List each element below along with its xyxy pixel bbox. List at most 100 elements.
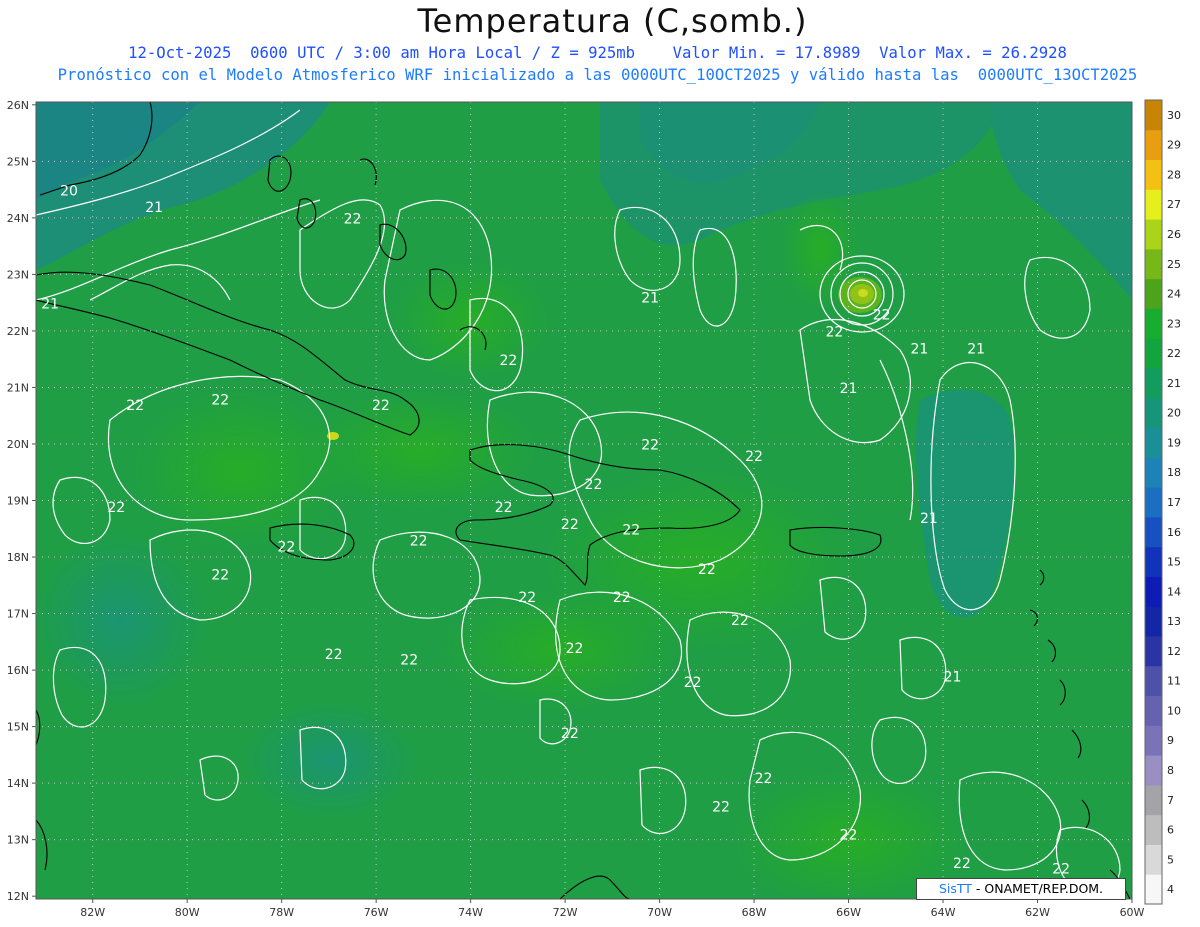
contour-label: 21 [967, 342, 985, 358]
lon-tick-label: 70W [647, 906, 672, 919]
lat-tick-label: 25N [7, 155, 29, 168]
contour-label: 21 [920, 511, 938, 527]
contour-label: 22 [731, 613, 749, 629]
lat-tick-label: 21N [7, 381, 29, 394]
colorbar-label: 15 [1167, 556, 1181, 569]
colorbar-swatch [1145, 636, 1162, 667]
contour-label: 22 [613, 590, 631, 606]
colorbar-label: 29 [1167, 139, 1181, 152]
colorbar-swatch [1145, 814, 1162, 845]
colorbar-label: 23 [1167, 317, 1181, 330]
lat-tick-label: 24N [7, 212, 29, 225]
contour-label: 21 [910, 342, 928, 358]
lat-tick-label: 23N [7, 268, 29, 281]
colorbar-swatch [1145, 338, 1162, 369]
colorbar-label: 24 [1167, 288, 1181, 301]
contour-label: 22 [325, 647, 343, 663]
colorbar-swatch [1145, 665, 1162, 697]
colorbar-label: 18 [1167, 466, 1181, 479]
contour-label: 22 [712, 799, 730, 815]
lon-tick-label: 76W [364, 906, 389, 919]
colorbar-swatch [1145, 874, 1162, 905]
colorbar-swatch [1145, 427, 1162, 458]
contour-label: 22 [566, 641, 584, 657]
contour-label: 22 [698, 562, 716, 578]
colorbar-label: 4 [1167, 883, 1174, 896]
lat-tick-label: 16N [7, 664, 29, 677]
colorbar-swatch [1145, 695, 1162, 726]
contour-label: 22 [518, 590, 536, 606]
contour-label: 22 [495, 500, 513, 516]
lat-tick-label: 26N [7, 99, 29, 112]
lat-tick-label: 13N [7, 834, 29, 847]
colorbar-swatch [1145, 844, 1162, 875]
lon-tick-label: 66W [836, 906, 861, 919]
longitude-axis: 82W 80W 78W 76W 74W 72W 70W 68W 66W 64W 62W 60W [80, 899, 1145, 919]
contour-label: 22 [410, 534, 428, 550]
colorbar-swatch [1145, 606, 1162, 637]
contour-label: 21 [145, 200, 163, 216]
colorbar-label: 7 [1167, 794, 1174, 807]
contour-label: 22 [211, 392, 229, 408]
colorbar-label: 6 [1167, 824, 1174, 837]
contour-label: 21 [41, 296, 59, 312]
colorbar-label: 26 [1167, 228, 1181, 241]
contour-label: 22 [561, 726, 579, 742]
contour-label: 22 [277, 539, 295, 555]
contour-label: 21 [641, 291, 659, 307]
lon-tick-label: 62W [1025, 906, 1050, 919]
contour-label: 22 [622, 522, 640, 538]
contour-label: 22 [745, 449, 763, 465]
contour-label: 22 [1052, 862, 1070, 878]
colorbar-swatch [1145, 725, 1162, 756]
lon-tick-label: 68W [742, 906, 767, 919]
contour-label: 22 [953, 856, 971, 872]
colorbar-swatch [1145, 219, 1162, 250]
colorbar-label: 10 [1167, 704, 1181, 717]
contour-label: 22 [107, 500, 125, 516]
contour-label: 22 [840, 828, 858, 844]
contour-label: 22 [585, 477, 603, 493]
colorbar-label: 20 [1167, 407, 1181, 420]
colorbar-label: 27 [1167, 198, 1181, 211]
colorbar-label: 11 [1167, 675, 1181, 688]
lon-tick-label: 64W [931, 906, 956, 919]
lat-tick-label: 15N [7, 721, 29, 734]
colorbar-label: 28 [1167, 168, 1181, 181]
contour-label: 22 [499, 353, 517, 369]
colorbar-swatch [1145, 755, 1162, 786]
colorbar-label: 19 [1167, 436, 1181, 449]
colorbar: 4 5 6 7 8 9 10 11 12 13 14 15 16 17 18 19 20 21 22 23 24 25 26… [1144, 99, 1181, 905]
colorbar-swatch [1145, 308, 1162, 339]
latitude-axis: 26N 25N 24N 23N 22N 21N 20N 19N 18N 17N 16N 15N 14N 1… [7, 99, 36, 903]
lon-tick-label: 82W [80, 906, 105, 919]
colorbar-swatch [1145, 368, 1162, 399]
colorbar-swatch [1145, 248, 1162, 280]
contour-label: 22 [755, 771, 773, 787]
lat-tick-label: 19N [7, 495, 29, 508]
colorbar-label: 12 [1167, 645, 1181, 658]
contour-label: 22 [684, 675, 702, 691]
colorbar-swatch [1145, 278, 1162, 309]
colorbar-swatch [1145, 189, 1162, 220]
contour-label: 22 [126, 398, 144, 414]
colorbar-label: 9 [1167, 734, 1174, 747]
lon-tick-label: 78W [269, 906, 294, 919]
contour-label: 22 [825, 325, 843, 341]
contour-label: 22 [400, 652, 418, 668]
colorbar-swatch [1145, 546, 1162, 577]
colorbar-swatch [1145, 159, 1162, 190]
colorbar-label: 30 [1167, 109, 1181, 122]
colorbar-label: 21 [1167, 377, 1181, 390]
colorbar-swatch [1145, 397, 1162, 429]
colorbar-swatch [1145, 457, 1162, 488]
contour-label: 21 [944, 669, 962, 685]
colorbar-swatch [1145, 129, 1162, 161]
colorbar-swatch [1145, 100, 1162, 131]
map-svg: 20 21 21 22 22 22 22 22 22 22 22 22 22 22 22 22 22 22 22 22… [7, 99, 1181, 919]
temperature-field [36, 102, 1132, 899]
lat-tick-label: 12N [7, 890, 29, 903]
colorbar-label: 16 [1167, 526, 1181, 539]
lon-tick-label: 72W [553, 906, 578, 919]
lon-tick-label: 80W [175, 906, 200, 919]
